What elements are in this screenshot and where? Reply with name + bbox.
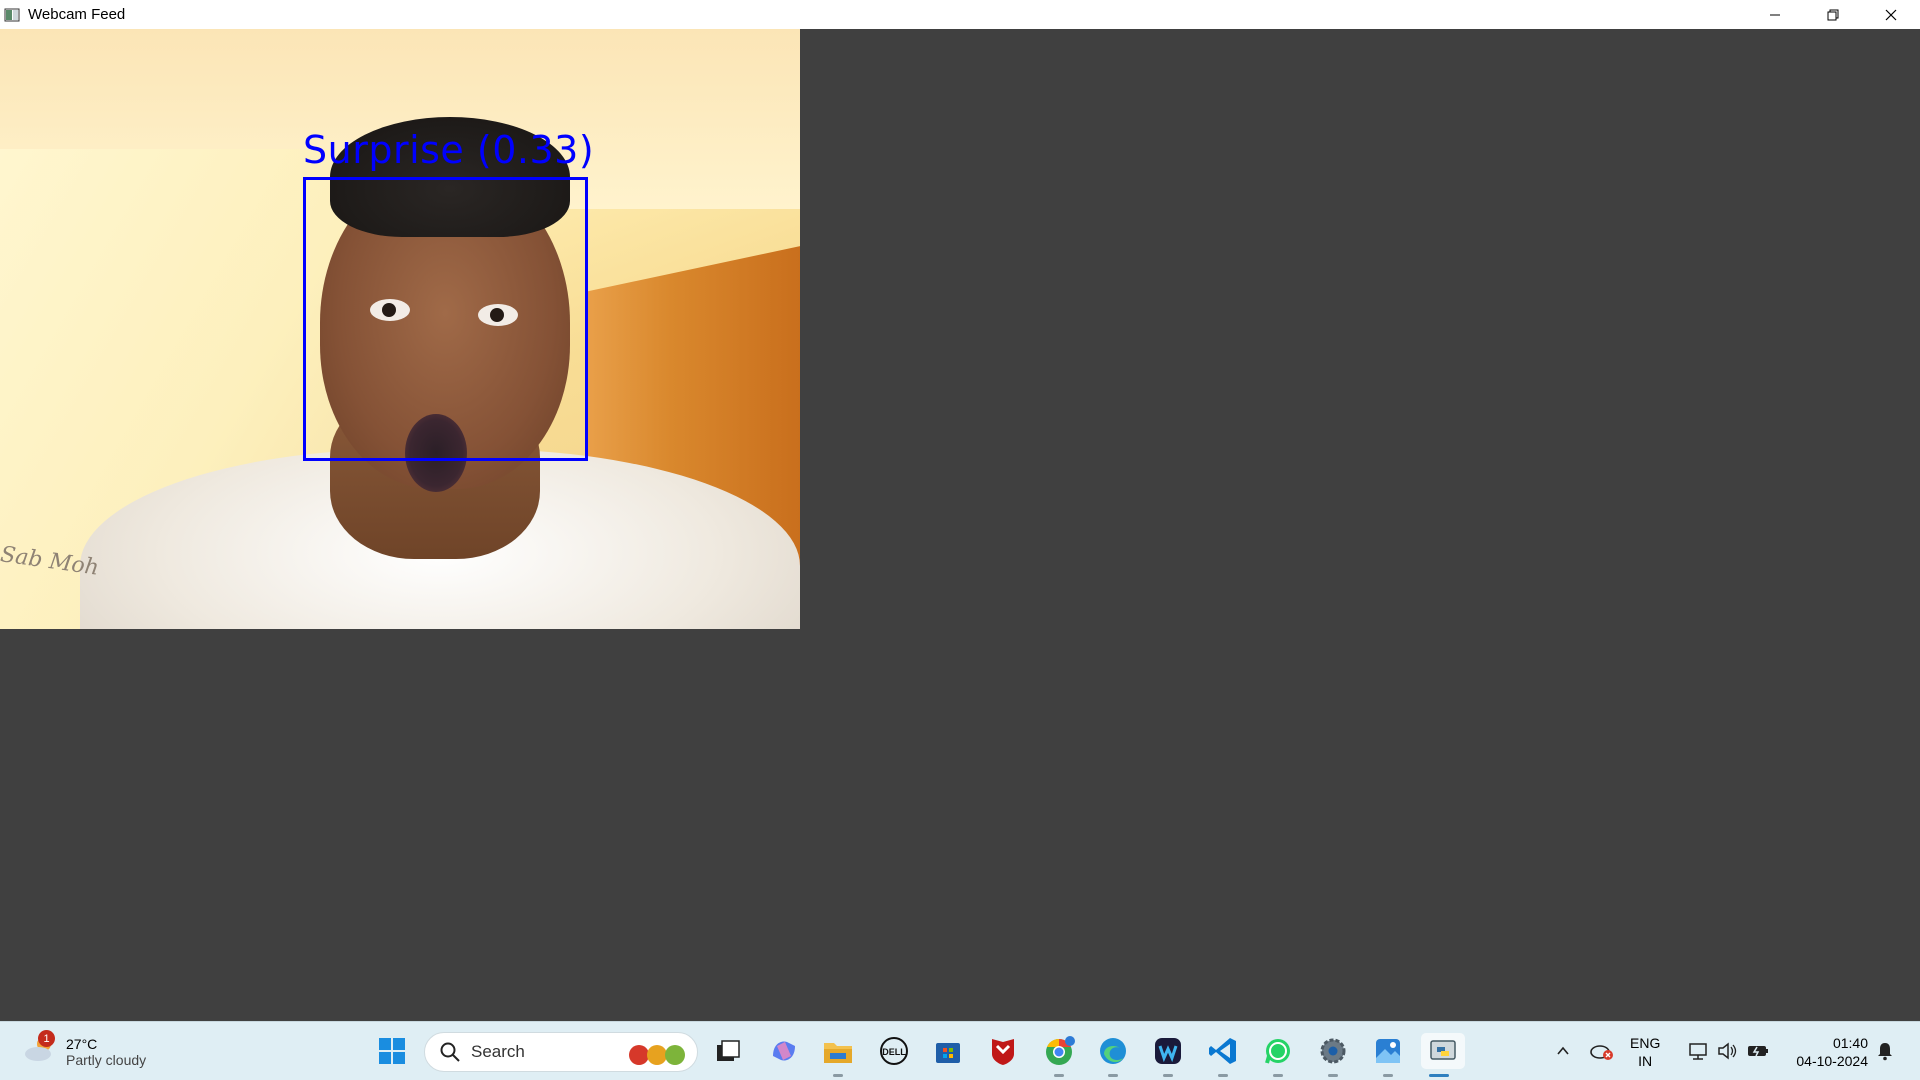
edge-icon[interactable]	[1095, 1033, 1131, 1077]
dell-icon[interactable]: DELL	[876, 1033, 912, 1069]
search-placeholder: Search	[471, 1042, 525, 1061]
volume-icon[interactable]	[1714, 1033, 1740, 1069]
emotion-label: Surprise (0.33)	[303, 128, 595, 172]
minimize-button[interactable]	[1746, 0, 1804, 29]
webex-icon[interactable]	[1150, 1033, 1186, 1077]
clock-time: 01:40	[1832, 1035, 1868, 1051]
language-indicator[interactable]: ENG IN	[1630, 1034, 1660, 1070]
clock[interactable]: 01:40 04-10-2024	[1784, 1034, 1868, 1070]
photos-icon[interactable]	[1370, 1033, 1406, 1077]
app-icon	[4, 7, 20, 23]
chrome-icon[interactable]	[1041, 1033, 1077, 1077]
restore-button[interactable]	[1804, 0, 1862, 29]
clock-date: 04-10-2024	[1796, 1053, 1868, 1069]
settings-icon[interactable]	[1315, 1033, 1351, 1077]
search-icon	[440, 1042, 460, 1062]
file-explorer-icon[interactable]	[820, 1033, 856, 1077]
python-icon[interactable]	[1421, 1033, 1465, 1077]
microsoft-store-icon[interactable]	[930, 1033, 966, 1069]
task-view-icon[interactable]	[710, 1033, 746, 1069]
taskbar: 1 27°C Partly cloudy Search DELL ENG IN …	[0, 1021, 1920, 1080]
close-icon	[1885, 9, 1897, 20]
title-bar: Webcam Feed	[0, 0, 1920, 29]
onedrive-error-icon[interactable]	[1588, 1033, 1616, 1069]
search-highlight-apples-icon	[629, 1045, 685, 1065]
weather-widget[interactable]: 1 27°C Partly cloudy	[22, 1030, 182, 1074]
search-box[interactable]: Search	[424, 1032, 698, 1072]
copilot-icon[interactable]	[766, 1033, 802, 1069]
partly-cloudy-icon: 1	[22, 1030, 58, 1066]
weather-description: Partly cloudy	[66, 1052, 147, 1068]
weather-temperature: 27°C	[66, 1036, 98, 1052]
weather-badge: 1	[38, 1030, 55, 1047]
mcafee-icon[interactable]	[985, 1033, 1021, 1069]
language-code: ENG	[1630, 1035, 1661, 1051]
chevron-up-icon[interactable]	[1550, 1033, 1576, 1069]
close-button[interactable]	[1862, 0, 1920, 29]
vscode-icon[interactable]	[1205, 1033, 1241, 1077]
minimize-icon	[1770, 14, 1780, 15]
language-region: IN	[1638, 1053, 1653, 1069]
face-bounding-box	[303, 177, 588, 461]
whatsapp-icon[interactable]	[1260, 1033, 1296, 1077]
restore-icon	[1827, 9, 1839, 20]
svg-text:DELL: DELL	[882, 1047, 906, 1057]
battery-icon[interactable]	[1744, 1033, 1772, 1069]
window-title: Webcam Feed	[28, 6, 126, 23]
network-icon[interactable]	[1686, 1033, 1712, 1069]
start-button[interactable]	[374, 1033, 410, 1069]
window-controls	[1746, 0, 1920, 29]
windows-icon	[379, 1038, 405, 1064]
notification-bell-icon[interactable]	[1872, 1033, 1898, 1069]
